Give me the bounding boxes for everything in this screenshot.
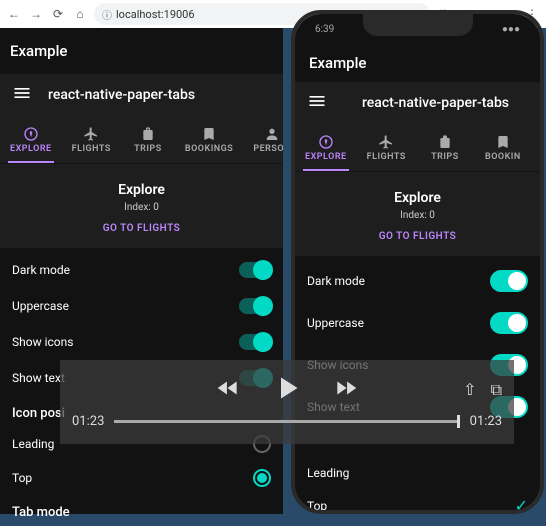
time-current: 01:23 bbox=[72, 414, 104, 429]
tab-flights[interactable]: FLIGHTS bbox=[62, 116, 121, 163]
tab-content: Explore Index: 0 GO TO FLIGHTS bbox=[0, 164, 283, 248]
tab-explore[interactable]: EXPLORE bbox=[295, 124, 357, 171]
content-subtitle: Index: 0 bbox=[295, 210, 540, 221]
tab-personal[interactable]: PERSON bbox=[243, 116, 283, 163]
tab-bookings[interactable]: BOOKINGS bbox=[175, 116, 243, 163]
toggle-uppercase: Uppercase bbox=[295, 302, 540, 344]
radio-top[interactable] bbox=[253, 469, 271, 487]
option-label: Top bbox=[12, 471, 32, 485]
toggle-dark-mode: Dark mode bbox=[295, 260, 540, 302]
hamburger-menu-icon[interactable] bbox=[12, 83, 32, 107]
compass-icon bbox=[318, 134, 334, 150]
toggle-label: Dark mode bbox=[12, 263, 70, 277]
switch-dark-mode[interactable] bbox=[490, 270, 528, 292]
rewind-button[interactable] bbox=[215, 375, 241, 405]
check-icon: ✓ bbox=[515, 496, 528, 514]
toggle-uppercase: Uppercase bbox=[0, 288, 283, 324]
app-bar-title: react-native-paper-tabs bbox=[48, 87, 195, 103]
tab-label: EXPLORE bbox=[305, 152, 347, 162]
page-title: Example bbox=[0, 28, 283, 74]
bookmark-icon bbox=[495, 134, 511, 150]
content-heading: Explore bbox=[0, 182, 283, 198]
switch-dark-mode[interactable] bbox=[239, 262, 271, 278]
airplane-icon bbox=[378, 134, 394, 150]
pip-icon[interactable]: ⧉ bbox=[491, 380, 502, 400]
go-to-flights-button[interactable]: GO TO FLIGHTS bbox=[0, 223, 283, 234]
toggle-label: Uppercase bbox=[307, 316, 364, 330]
tab-trips[interactable]: TRIPS bbox=[416, 124, 474, 171]
home-button[interactable]: ⌂ bbox=[72, 7, 88, 21]
switch-uppercase[interactable] bbox=[490, 312, 528, 334]
bag-icon bbox=[140, 126, 156, 142]
bookmark-icon bbox=[201, 126, 217, 142]
progress-row: 01:23 01:23 bbox=[60, 414, 514, 429]
tab-bar: EXPLORE FLIGHTS TRIPS BOOKIN bbox=[295, 124, 540, 172]
toggle-label: Uppercase bbox=[12, 299, 69, 313]
play-button[interactable] bbox=[269, 370, 305, 410]
tab-label: TRIPS bbox=[431, 152, 459, 162]
tab-bookings[interactable]: BOOKIN bbox=[474, 124, 532, 171]
toggle-label: Show text bbox=[12, 371, 65, 385]
tab-trips[interactable]: TRIPS bbox=[121, 116, 175, 163]
content-subtitle: Index: 0 bbox=[0, 202, 283, 213]
tab-bar: EXPLORE FLIGHTS TRIPS BOOKINGS PERSON bbox=[0, 116, 283, 164]
reload-button[interactable]: ⟳ bbox=[50, 7, 66, 21]
toggle-label: Dark mode bbox=[307, 274, 365, 288]
tab-label: BOOKINGS bbox=[185, 144, 233, 154]
compass-icon bbox=[23, 126, 39, 142]
person-icon bbox=[264, 126, 280, 142]
forward-button[interactable]: → bbox=[28, 7, 44, 21]
time-total: 01:23 bbox=[470, 414, 502, 429]
switch-show-icons[interactable] bbox=[239, 334, 271, 350]
hamburger-menu-icon[interactable] bbox=[307, 91, 327, 115]
status-icons: ●●● bbox=[502, 24, 520, 35]
app-bar: react-native-paper-tabs bbox=[295, 82, 540, 124]
tab-label: TRIPS bbox=[134, 144, 162, 154]
page-title: Example bbox=[295, 44, 540, 82]
fast-forward-button[interactable] bbox=[333, 375, 359, 405]
tab-explore[interactable]: EXPLORE bbox=[0, 116, 62, 163]
bag-icon bbox=[437, 134, 453, 150]
option-label: Leading bbox=[307, 466, 349, 480]
tab-label: FLIGHTS bbox=[72, 144, 111, 154]
go-to-flights-button[interactable]: GO TO FLIGHTS bbox=[295, 231, 540, 242]
airplane-icon bbox=[83, 126, 99, 142]
option-label: Top bbox=[307, 499, 327, 513]
video-player-overlay: ⇧ ⧉ 01:23 01:23 bbox=[60, 360, 514, 444]
phone-notch bbox=[363, 14, 473, 36]
option-top[interactable]: Top bbox=[0, 461, 283, 495]
tab-content: Explore Index: 0 GO TO FLIGHTS bbox=[295, 172, 540, 256]
option-leading[interactable]: Leading bbox=[295, 458, 540, 488]
option-label: Leading bbox=[12, 437, 54, 451]
share-icon[interactable]: ⇧ bbox=[463, 380, 476, 400]
tab-label: FLIGHTS bbox=[367, 152, 406, 162]
tab-label: BOOKIN bbox=[485, 152, 521, 162]
option-top[interactable]: Top ✓ bbox=[295, 488, 540, 514]
tab-label: PERSON bbox=[253, 144, 283, 154]
tab-flights[interactable]: FLIGHTS bbox=[357, 124, 416, 171]
toggle-dark-mode: Dark mode bbox=[0, 252, 283, 288]
toggle-label: Show icons bbox=[12, 335, 73, 349]
status-time: 6:39 bbox=[315, 24, 334, 35]
app-bar-title: react-native-paper-tabs bbox=[343, 95, 528, 111]
tab-mode-header: Tab mode bbox=[0, 495, 283, 526]
toggle-show-icons: Show icons bbox=[0, 324, 283, 360]
content-heading: Explore bbox=[295, 190, 540, 206]
app-bar: react-native-paper-tabs bbox=[0, 74, 283, 116]
tab-label: EXPLORE bbox=[10, 144, 52, 154]
seek-bar[interactable] bbox=[114, 420, 459, 423]
info-icon: ⓘ bbox=[102, 7, 112, 22]
url-text: localhost:19006 bbox=[116, 8, 195, 21]
switch-uppercase[interactable] bbox=[239, 298, 271, 314]
back-button[interactable]: ← bbox=[6, 7, 22, 21]
